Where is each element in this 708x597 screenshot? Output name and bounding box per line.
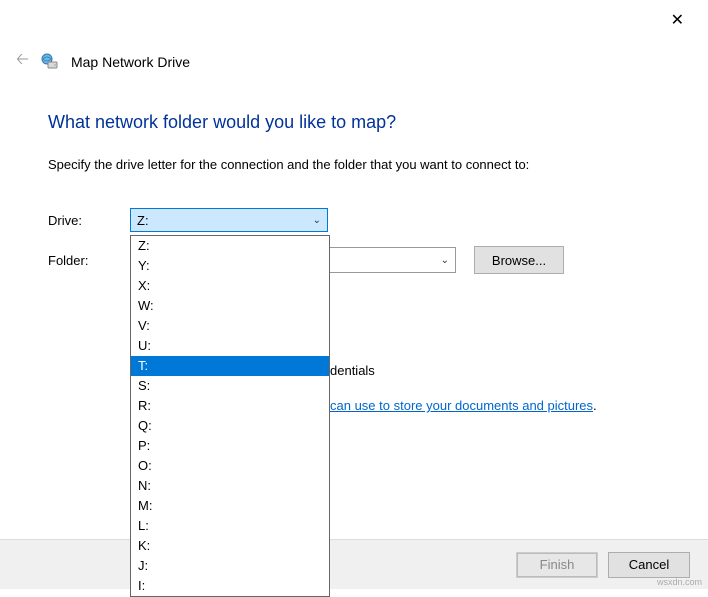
window-title: Map Network Drive — [71, 54, 190, 70]
finish-button: Finish — [516, 552, 598, 578]
website-link-fragment[interactable]: can use to store your documents and pict… — [330, 398, 593, 413]
network-drive-icon — [41, 53, 59, 71]
period: . — [593, 398, 597, 413]
chevron-down-icon: ⌄ — [313, 215, 321, 226]
browse-button[interactable]: Browse... — [474, 246, 564, 274]
drive-option[interactable]: Q: — [131, 416, 329, 436]
close-button[interactable]: ✕ — [665, 8, 690, 32]
drive-dropdown[interactable]: Z: ⌄ Z:Y:X:W:V:U:T:S:R:Q:P:O:N:M:L:K:J:I… — [130, 208, 328, 232]
drive-option[interactable]: I: — [131, 576, 329, 596]
drive-option[interactable]: S: — [131, 376, 329, 396]
drive-option[interactable]: V: — [131, 316, 329, 336]
cancel-button[interactable]: Cancel — [608, 552, 690, 578]
drive-option[interactable]: J: — [131, 556, 329, 576]
drive-option[interactable]: L: — [131, 516, 329, 536]
drive-option[interactable]: U: — [131, 336, 329, 356]
wizard-header: 🡠 Map Network Drive — [16, 48, 190, 75]
back-arrow-icon: 🡠 — [16, 48, 29, 75]
page-heading: What network folder would you like to ma… — [48, 112, 678, 133]
drive-option[interactable]: K: — [131, 536, 329, 556]
drive-selected-value: Z: — [137, 213, 149, 228]
drive-option[interactable]: Z: — [131, 236, 329, 256]
drive-label: Drive: — [48, 213, 130, 228]
drive-dropdown-list[interactable]: Z:Y:X:W:V:U:T:S:R:Q:P:O:N:M:L:K:J:I: — [130, 235, 330, 597]
drive-option[interactable]: X: — [131, 276, 329, 296]
drive-option[interactable]: T: — [131, 356, 329, 376]
drive-option[interactable]: W: — [131, 296, 329, 316]
drive-option[interactable]: M: — [131, 496, 329, 516]
drive-option[interactable]: O: — [131, 456, 329, 476]
drive-option[interactable]: N: — [131, 476, 329, 496]
page-subtext: Specify the drive letter for the connect… — [48, 157, 678, 172]
drive-option[interactable]: P: — [131, 436, 329, 456]
drive-option[interactable]: R: — [131, 396, 329, 416]
credentials-text-fragment: dentials — [330, 363, 375, 378]
wizard-footer: Finish Cancel — [0, 539, 708, 589]
chevron-down-icon[interactable]: ⌄ — [441, 255, 449, 266]
watermark: wsxdn.com — [657, 577, 702, 587]
folder-label: Folder: — [48, 253, 130, 268]
drive-option[interactable]: Y: — [131, 256, 329, 276]
